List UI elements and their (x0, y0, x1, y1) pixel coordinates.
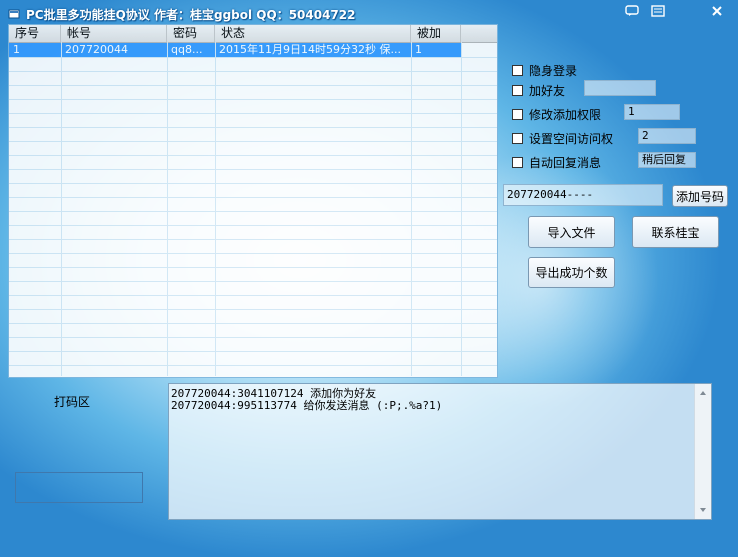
checkbox-box[interactable] (512, 85, 523, 96)
import-file-button[interactable]: 导入文件 (528, 216, 615, 248)
grid-line (9, 309, 497, 310)
account-list[interactable]: 序号 帐号 密码 状态 被加 1 207720044 qq8... 2015年1… (8, 24, 498, 378)
close-button[interactable] (706, 2, 728, 20)
export-success-button[interactable]: 导出成功个数 (528, 257, 615, 288)
grid-line (9, 141, 497, 142)
grid-line (9, 281, 497, 282)
modify-permission-checkbox[interactable]: 修改添加权限 (512, 106, 601, 123)
grid-line (9, 211, 497, 212)
skin-button[interactable] (621, 2, 643, 20)
grid-line (9, 295, 497, 296)
checkbox-box[interactable] (512, 65, 523, 76)
grid-divider (461, 42, 462, 376)
list-header: 序号 帐号 密码 状态 被加 (9, 25, 497, 43)
grid-line (9, 323, 497, 324)
auto-reply-label: 自动回复消息 (529, 156, 602, 170)
grid-line (9, 183, 497, 184)
modify-permission-input[interactable]: 1 (624, 104, 680, 120)
grid-line (9, 365, 497, 366)
row-index: 1 (13, 43, 20, 56)
captcha-box[interactable] (15, 472, 143, 503)
row-status: 2015年11月9日14时59分32秒 保... (219, 43, 401, 56)
column-header-password[interactable]: 密码 (167, 25, 215, 42)
scroll-up-icon[interactable] (695, 386, 711, 400)
space-access-checkbox[interactable]: 设置空间访问权 (512, 130, 613, 147)
grid-divider (215, 42, 216, 376)
window-title: PC批里多功能挂Q协议 作者：桂宝ggbol QQ：50404722 (26, 7, 356, 22)
column-header-index[interactable]: 序号 (9, 25, 61, 42)
close-icon (712, 6, 722, 16)
grid-line (9, 113, 497, 114)
grid-line (9, 239, 497, 240)
skin-icon (625, 5, 639, 16)
stealth-login-label: 隐身登录 (529, 64, 578, 78)
grid-line (9, 169, 497, 170)
grid-line (9, 155, 497, 156)
log-line: 207720044:995113774 给你发送消息 (:P;.%a?1) (171, 399, 443, 412)
captcha-label: 打码区 (54, 395, 91, 409)
checkbox-box[interactable] (512, 109, 523, 120)
grid-line (9, 225, 497, 226)
row-password: qq8... (171, 43, 203, 56)
space-access-label: 设置空间访问权 (529, 132, 614, 146)
menu-icon (651, 5, 665, 17)
auto-reply-checkbox[interactable]: 自动回复消息 (512, 154, 601, 171)
menu-button[interactable] (647, 2, 669, 20)
space-access-input[interactable]: 2 (638, 128, 696, 144)
grid-divider (61, 42, 62, 376)
grid-line (9, 337, 497, 338)
row-added: 1 (415, 43, 422, 56)
column-header-status[interactable]: 状态 (215, 25, 411, 42)
grid-line (9, 57, 497, 58)
title-bar: PC批里多功能挂Q协议 作者：桂宝ggbol QQ：50404722 (8, 4, 356, 24)
grid-line (9, 351, 497, 352)
app-icon (8, 9, 20, 19)
log-textbox[interactable]: 207720044:3041107124 添加你为好友 207720044:99… (168, 383, 712, 520)
app-window: PC批里多功能挂Q协议 作者：桂宝ggbol QQ：50404722 序号 帐号… (0, 0, 738, 557)
grid-line (9, 267, 497, 268)
column-header-account[interactable]: 帐号 (61, 25, 167, 42)
checkbox-box[interactable] (512, 133, 523, 144)
contact-button[interactable]: 联系桂宝 (632, 216, 719, 248)
grid-line (9, 127, 497, 128)
auto-reply-input[interactable]: 稍后回复 (638, 152, 696, 168)
checkbox-box[interactable] (512, 157, 523, 168)
row-account: 207720044 (65, 43, 128, 56)
grid-divider (167, 42, 168, 376)
account-input[interactable]: 207720044---- (503, 184, 663, 206)
modify-permission-label: 修改添加权限 (529, 108, 602, 122)
add-number-button[interactable]: 添加号码 (672, 185, 728, 207)
grid-line (9, 253, 497, 254)
grid-line (9, 71, 497, 72)
scroll-down-icon[interactable] (695, 503, 711, 517)
grid-line (9, 85, 497, 86)
table-row[interactable]: 1 207720044 qq8... 2015年11月9日14时59分32秒 保… (9, 43, 461, 57)
add-friend-label: 加好友 (529, 84, 566, 98)
grid-line (9, 197, 497, 198)
log-scrollbar[interactable] (694, 384, 711, 519)
add-friend-input[interactable] (584, 80, 656, 96)
grid-divider (411, 42, 412, 376)
stealth-login-checkbox[interactable]: 隐身登录 (512, 62, 577, 79)
grid-line (9, 99, 497, 100)
column-header-added[interactable]: 被加 (411, 25, 461, 42)
add-friend-checkbox[interactable]: 加好友 (512, 82, 565, 99)
